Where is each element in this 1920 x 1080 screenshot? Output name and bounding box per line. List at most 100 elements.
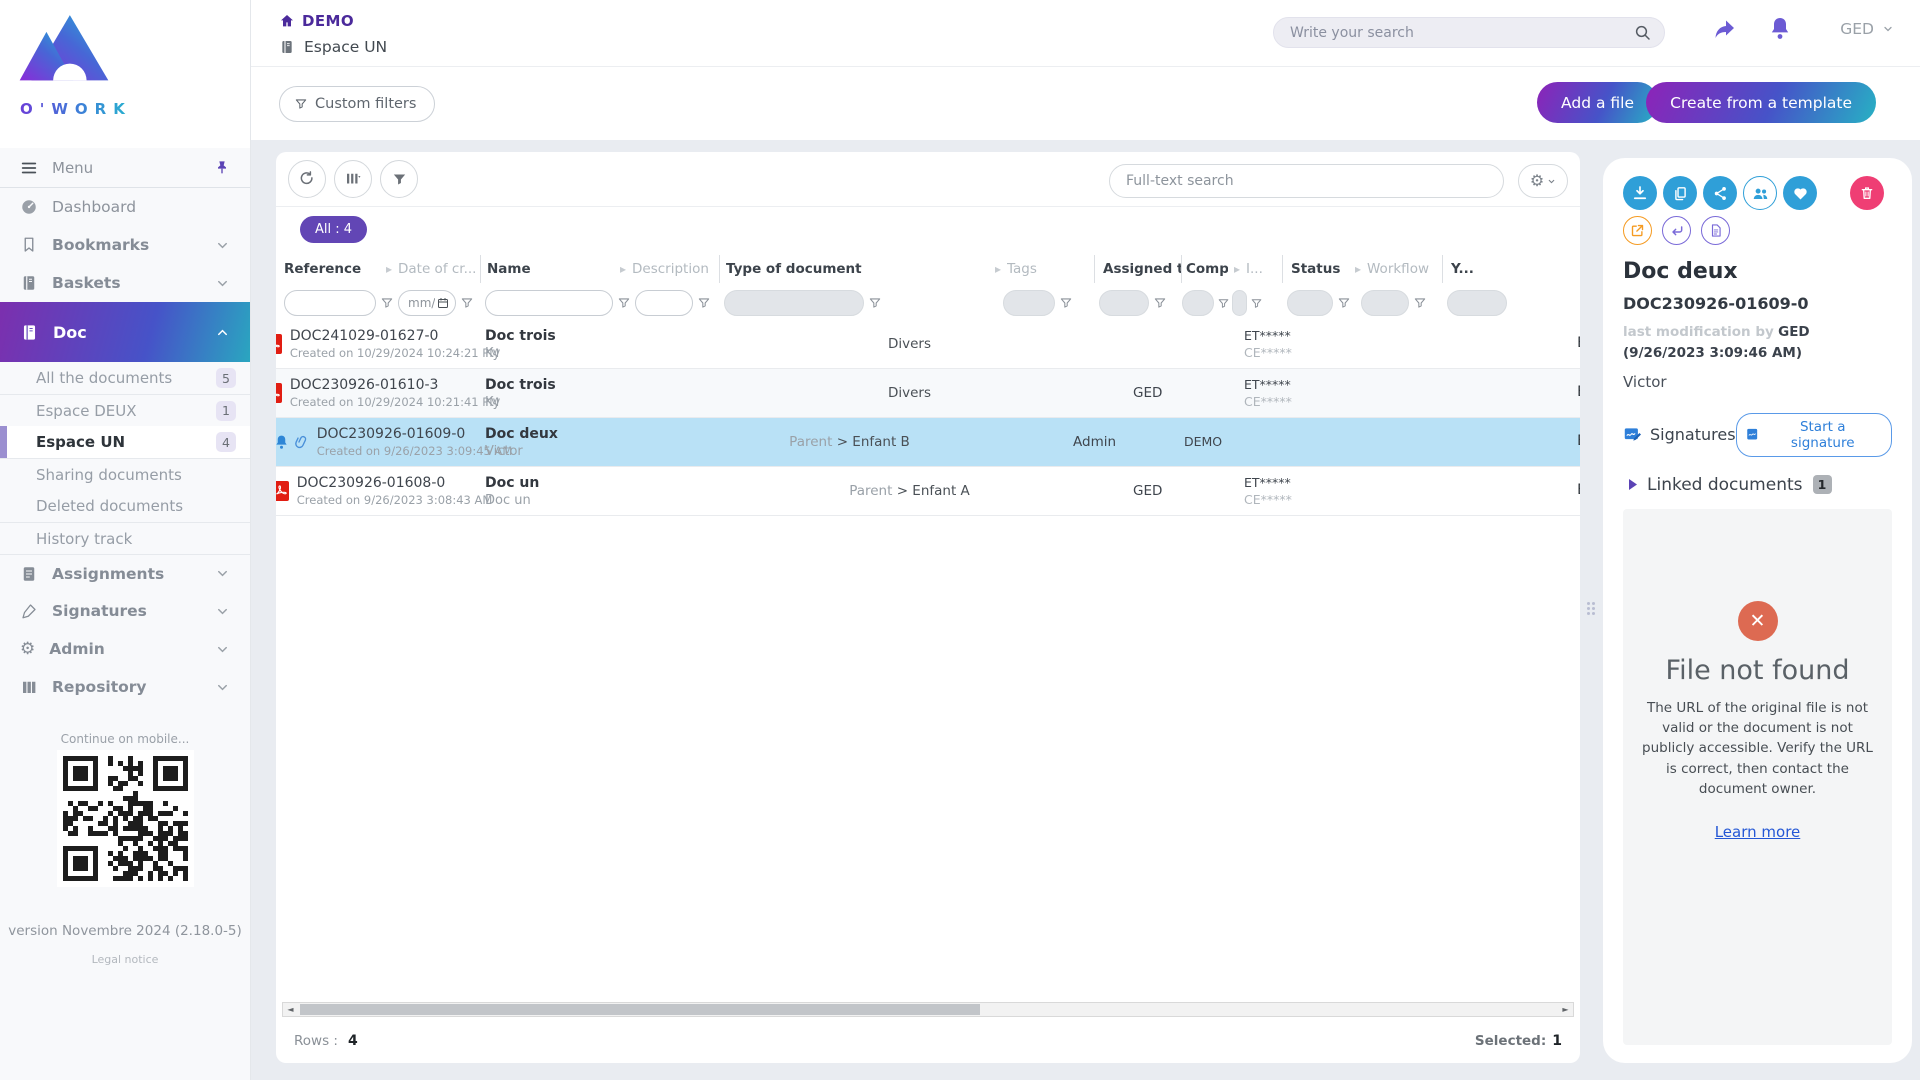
open-external-button[interactable] xyxy=(1623,216,1652,245)
download-button[interactable] xyxy=(1623,176,1657,210)
add-file-button[interactable]: Add a file xyxy=(1537,82,1658,123)
expand-arrow-icon[interactable]: ▸ xyxy=(991,262,1005,276)
funnel-icon[interactable] xyxy=(1247,297,1265,310)
legal-notice-link[interactable]: Legal notice xyxy=(0,953,250,966)
pin-icon[interactable] xyxy=(214,160,230,176)
reference-filter-input[interactable] xyxy=(284,290,376,316)
column-header-description[interactable]: Description xyxy=(632,261,719,277)
funnel-icon[interactable] xyxy=(1409,296,1431,310)
description-filter-input[interactable] xyxy=(635,290,693,316)
row-spacer xyxy=(1383,418,1580,466)
i-filter-disabled xyxy=(1232,290,1247,316)
funnel-icon[interactable] xyxy=(1055,296,1077,310)
notifications-button[interactable] xyxy=(1768,16,1792,42)
column-header-date[interactable]: Date of cr... xyxy=(398,261,480,277)
expand-arrow-icon[interactable]: ▸ xyxy=(382,262,396,276)
workflow-filter-disabled xyxy=(1361,290,1409,316)
funnel-icon[interactable] xyxy=(1214,297,1232,310)
global-search-input[interactable] xyxy=(1290,25,1634,41)
toolbar-divider xyxy=(276,206,1580,207)
column-header-i[interactable]: I... xyxy=(1246,261,1282,277)
table-row[interactable]: DOC230926-01610-3 Created on 10/29/2024 … xyxy=(276,369,1580,418)
sidebar-item-bookmarks[interactable]: Bookmarks xyxy=(0,226,250,264)
external-link-icon xyxy=(1630,223,1645,238)
chevron-down-icon xyxy=(215,604,230,619)
sidebar-item-admin[interactable]: ⚙ Admin xyxy=(0,630,250,668)
table-row[interactable]: DOC241029-01627-0 Created on 10/29/2024 … xyxy=(276,320,1580,369)
sidebar-item-baskets[interactable]: Baskets xyxy=(0,264,250,302)
table-row-selected[interactable]: DOC230926-01609-0 Created on 9/26/2023 3… xyxy=(276,418,1580,467)
scrollbar-thumb[interactable] xyxy=(300,1004,980,1015)
sidebar-item-espace-un[interactable]: Espace UN 4 xyxy=(0,426,250,458)
column-header-y[interactable]: Y... xyxy=(1443,261,1474,277)
sidebar-item-all-documents[interactable]: All the documents 5 xyxy=(0,362,250,394)
funnel-icon[interactable] xyxy=(1149,296,1171,310)
delete-button[interactable] xyxy=(1850,176,1884,210)
document-subtitle: Doc un xyxy=(485,493,720,508)
sidebar-item-repository[interactable]: Repository xyxy=(0,668,250,706)
tab-all-documents[interactable]: All : 4 xyxy=(300,216,367,243)
column-header-type[interactable]: Type of document xyxy=(720,261,989,277)
start-signature-button[interactable]: Start a signature xyxy=(1736,413,1892,457)
table-settings-button[interactable]: ⚙ xyxy=(1518,164,1568,198)
column-header-company[interactable]: Comp... xyxy=(1182,261,1228,277)
scrollbar-track[interactable] xyxy=(298,1003,1558,1016)
scroll-left-arrow[interactable]: ◄ xyxy=(283,1003,298,1016)
user-menu[interactable]: GED xyxy=(1840,20,1894,38)
breadcrumb-page[interactable]: Espace UN xyxy=(279,38,387,56)
column-header-status[interactable]: Status xyxy=(1283,261,1349,277)
create-from-template-button[interactable]: Create from a template xyxy=(1646,82,1876,123)
duplicate-button[interactable] xyxy=(1663,176,1697,210)
scroll-right-arrow[interactable]: ► xyxy=(1558,1003,1573,1016)
share-button[interactable] xyxy=(1712,18,1738,42)
name-filter-input[interactable] xyxy=(485,290,613,316)
document-assigned xyxy=(1095,320,1182,368)
sidebar-item-deleted-documents[interactable]: Deleted documents xyxy=(0,490,250,522)
column-header-workflow[interactable]: Workflow xyxy=(1367,261,1442,277)
favorite-button[interactable] xyxy=(1783,176,1817,210)
app-logo[interactable]: O'WORK xyxy=(0,0,250,148)
sidebar-item-espace-deux[interactable]: Espace DEUX 1 xyxy=(0,394,250,426)
columns-button[interactable] xyxy=(334,160,372,198)
document-type-prefix: Parent xyxy=(849,483,897,499)
panel-resize-handle[interactable] xyxy=(1586,588,1596,628)
sidebar-item-assignments[interactable]: Assignments xyxy=(0,554,250,592)
column-header-tags[interactable]: Tags xyxy=(1007,261,1094,277)
assigned-filter-disabled xyxy=(1099,290,1149,316)
table-filter-button[interactable] xyxy=(380,160,418,198)
linked-documents-toggle[interactable]: Linked documents 1 xyxy=(1623,475,1892,495)
date-filter-input[interactable] xyxy=(398,290,456,316)
sidebar-item-doc[interactable]: Doc xyxy=(0,302,250,362)
funnel-icon[interactable] xyxy=(864,296,886,310)
horizontal-scrollbar[interactable]: ◄ ► xyxy=(282,1002,1574,1017)
learn-more-link[interactable]: Learn more xyxy=(1715,823,1801,841)
funnel-icon[interactable] xyxy=(456,296,478,310)
breadcrumb-page-label: Espace UN xyxy=(304,38,387,56)
document-properties-button[interactable] xyxy=(1701,216,1730,245)
breadcrumb-root[interactable]: DEMO xyxy=(279,12,354,30)
expand-arrow-icon[interactable]: ▸ xyxy=(1230,262,1244,276)
expand-arrow-icon[interactable]: ▸ xyxy=(616,262,630,276)
document-subtitle: Ky xyxy=(485,395,720,410)
funnel-icon[interactable] xyxy=(693,296,715,310)
column-header-reference[interactable]: Reference xyxy=(284,261,380,277)
manage-users-button[interactable] xyxy=(1743,176,1777,210)
sidebar-item-signatures[interactable]: Signatures xyxy=(0,592,250,630)
search-icon[interactable] xyxy=(1634,24,1652,42)
sidebar-item-history-track[interactable]: History track xyxy=(0,522,250,554)
funnel-icon[interactable] xyxy=(613,296,635,310)
column-header-assigned[interactable]: Assigned t... xyxy=(1095,261,1181,277)
column-header-name[interactable]: Name xyxy=(481,261,614,277)
refresh-button[interactable] xyxy=(288,160,326,198)
sidebar-item-sharing-documents[interactable]: Sharing documents xyxy=(0,458,250,490)
custom-filters-button[interactable]: Custom filters xyxy=(279,86,435,122)
return-button[interactable] xyxy=(1662,216,1691,245)
table-row[interactable]: DOC230926-01608-0 Created on 9/26/2023 3… xyxy=(276,467,1580,516)
sidebar-menu-row[interactable]: Menu xyxy=(0,148,250,188)
funnel-icon[interactable] xyxy=(376,296,398,310)
fulltext-search-input[interactable] xyxy=(1126,173,1487,189)
share-document-button[interactable] xyxy=(1703,176,1737,210)
sidebar-item-dashboard[interactable]: Dashboard xyxy=(0,188,250,226)
expand-arrow-icon[interactable]: ▸ xyxy=(1351,262,1365,276)
funnel-icon[interactable] xyxy=(1333,296,1355,310)
